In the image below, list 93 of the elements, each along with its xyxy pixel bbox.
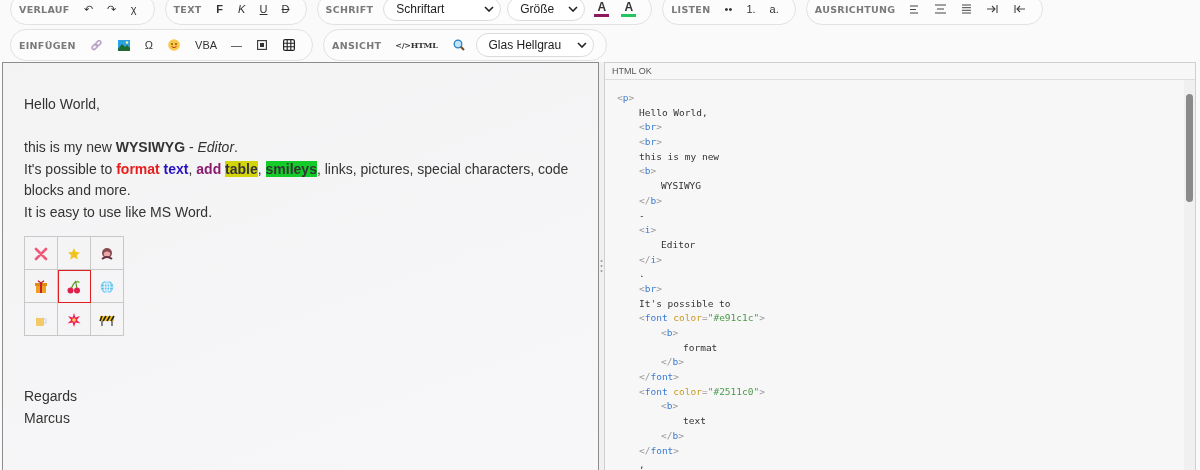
code-line: <font color="#e91c1c">	[639, 312, 765, 324]
paragraph-text: Regards	[24, 388, 77, 404]
barrier-icon	[99, 313, 115, 328]
search-icon	[452, 39, 465, 51]
table-cell[interactable]	[24, 236, 58, 270]
chevron-down-icon	[484, 6, 495, 12]
code-line: text	[683, 415, 706, 427]
code-line: Hello World,	[639, 106, 708, 118]
table-icon	[283, 39, 296, 51]
code-line: <i>	[639, 224, 657, 236]
paragraph-text: It is easy to use like MS Word.	[24, 203, 213, 220]
star-icon	[67, 247, 81, 262]
table-cell[interactable]	[90, 302, 124, 336]
toolbar-button[interactable]: VBA	[189, 34, 224, 56]
outdent-icon	[1014, 5, 1026, 13]
code-line: </i>	[639, 253, 662, 265]
image-icon	[117, 39, 130, 51]
paragraph-text: blocks and more.	[24, 182, 131, 198]
group-label: AUSRICHTUNG	[814, 3, 896, 15]
toolbar-button[interactable]: χ	[123, 0, 144, 20]
code-line: format	[683, 341, 718, 353]
code-line: <b>	[661, 400, 679, 412]
toolbar-button[interactable]: ↶	[77, 0, 99, 20]
toolbar-button[interactable]: D	[275, 0, 296, 20]
toolbar-button[interactable]: ↷	[100, 0, 122, 20]
table-cell[interactable]	[90, 236, 124, 270]
group-label: ANSICHT	[332, 39, 382, 51]
code-line: .	[639, 268, 645, 280]
chevron-down-icon	[576, 42, 587, 48]
dropdown[interactable]: Glas Hellgrau	[475, 33, 594, 57]
paragraph-text: It's possible to format text, add table, smileys, links, pictures, special characters, code	[24, 160, 569, 177]
status-label: HTML OK	[612, 66, 652, 76]
code-line: </b>	[639, 194, 662, 206]
toolbar-button[interactable]: —	[225, 34, 249, 56]
cherry-icon	[66, 280, 82, 295]
align-justify-icon	[962, 4, 972, 14]
chevron-down-icon	[568, 6, 579, 12]
smiley-icon	[168, 39, 181, 51]
cross-icon	[34, 247, 48, 262]
code-line: ,	[639, 459, 645, 470]
table-cell[interactable]	[24, 269, 58, 303]
text-color-button[interactable]: A	[589, 0, 615, 20]
toolbar-button[interactable]: U	[253, 0, 274, 20]
code-line: this is my new	[639, 150, 720, 162]
code-line: </b>	[661, 429, 684, 441]
table-cell[interactable]	[57, 236, 91, 270]
table-cell[interactable]	[24, 302, 58, 336]
code-line: <br>	[639, 136, 662, 148]
toolbar-button[interactable]: 1.	[740, 0, 762, 20]
toolbar-button[interactable]: F	[209, 0, 230, 20]
toolbar-button[interactable]: K	[231, 0, 252, 20]
splitter-grip-icon[interactable]	[600, 259, 603, 273]
code-line: <br>	[639, 121, 662, 133]
align-left-icon	[910, 4, 920, 14]
toolbar-button[interactable]: a.	[763, 0, 785, 20]
toolbar-button[interactable]: </>HTML	[389, 34, 444, 56]
paragraph-text: this is my new WYSIWYG - Editor.	[24, 139, 238, 155]
group-label: EINFÜGEN	[19, 39, 76, 51]
burst-icon	[67, 313, 81, 328]
code-line: <font color="#2511c0">	[639, 385, 765, 397]
group-label: SCHRIFT	[325, 3, 374, 15]
toolbar-button[interactable]: ••	[718, 0, 739, 20]
group-label: LISTEN	[671, 3, 711, 15]
indent-icon	[987, 5, 999, 13]
group-label: VERLAUF	[19, 3, 70, 15]
code-line: <p>	[617, 92, 635, 103]
paragraph-text: Hello World,	[24, 96, 100, 112]
code-line: -	[639, 209, 645, 221]
table-cell[interactable]	[57, 302, 91, 336]
gift-icon	[34, 280, 48, 295]
code-line: </font>	[639, 371, 680, 383]
scrollbar-thumb[interactable]	[1186, 94, 1193, 202]
text-color-button[interactable]: A	[616, 0, 642, 20]
toolbar-button[interactable]: Ω	[138, 34, 160, 56]
code-line: Editor	[661, 238, 696, 250]
group-label: TEXT	[173, 3, 202, 15]
dropdown[interactable]: Größe	[507, 0, 586, 21]
link-icon	[90, 39, 102, 51]
code-line: <b>	[639, 165, 657, 177]
code-line: </b>	[661, 356, 684, 368]
align-center-icon	[935, 4, 947, 14]
code-line: <b>	[661, 327, 679, 338]
table-cell[interactable]	[90, 269, 124, 303]
table-cell[interactable]	[57, 269, 91, 303]
code-line: WYSIWYG	[661, 180, 702, 192]
embed-icon	[257, 40, 268, 50]
monkey-icon	[100, 247, 114, 262]
dropdown[interactable]: Schriftart	[383, 0, 502, 21]
code-line: </font>	[639, 444, 680, 456]
globe-icon	[100, 280, 114, 295]
paragraph-text: Marcus	[24, 409, 70, 426]
code-line: <br>	[639, 282, 662, 294]
code-line: It's possible to	[639, 297, 731, 309]
